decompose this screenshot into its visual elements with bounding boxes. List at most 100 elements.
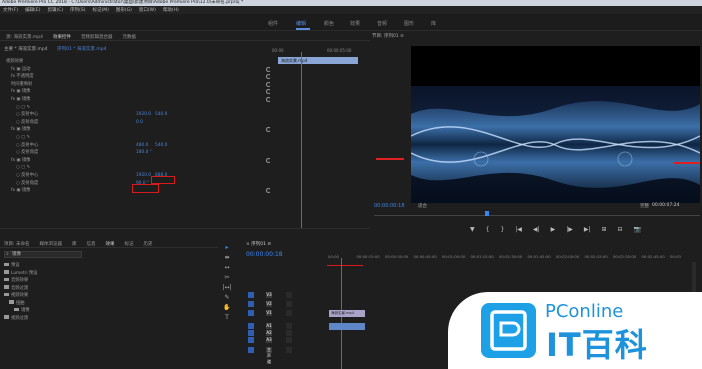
effects-tree-item[interactable]: 音频过渡 [4, 285, 28, 291]
workspace-color[interactable]: 颜色 [324, 20, 334, 27]
effects-tree-item[interactable]: 视频过渡 [4, 315, 28, 321]
step-back-button[interactable]: ◀| [533, 226, 540, 233]
track-header[interactable]: A1 [242, 323, 327, 330]
track-source-patch[interactable] [248, 323, 254, 329]
add-marker-button[interactable]: ▼ [470, 226, 475, 233]
effect-value-y[interactable]: 540.0 [155, 111, 167, 118]
effects-tree-item[interactable]: 预设 [4, 262, 20, 268]
workspace-graphics[interactable]: 图形 [404, 20, 414, 27]
track-source-patch[interactable] [248, 301, 254, 307]
export-frame-button[interactable]: 📷 [634, 226, 641, 233]
go-to-out-button[interactable]: ▶| [584, 226, 591, 233]
effect-controls-ruler[interactable]: 00:00 00:00:05:00 [272, 46, 360, 56]
effect-value-x[interactable]: 1920.0 [136, 172, 151, 179]
menu-item[interactable]: 窗口(W) [139, 7, 156, 13]
source-clip-label[interactable]: 主要 * 海浪实景.mp4 [4, 47, 48, 52]
effects-tree-item[interactable]: 音频效果 [4, 277, 28, 283]
mute-icon[interactable] [286, 337, 292, 343]
effect-row[interactable]: ○ 反射角度 180.0 ° [0, 149, 272, 156]
tab-info[interactable]: 信息 [86, 241, 95, 247]
effect-row[interactable]: fx 不透明度 [0, 73, 272, 80]
reset-icon[interactable] [266, 157, 271, 163]
track-source-patch[interactable] [248, 347, 254, 353]
track-header[interactable]: V2 [242, 301, 327, 308]
track-label[interactable]: 主声道 [266, 347, 272, 364]
quality-dropdown[interactable]: 完整 [640, 203, 649, 209]
menu-item[interactable]: 帮助(H) [163, 7, 179, 13]
fit-dropdown[interactable]: 适合 [418, 203, 427, 209]
effect-row[interactable]: ○ ▢ ✎ [0, 164, 272, 171]
video-clip[interactable]: 海浪实景.mp4 [329, 310, 365, 317]
track-label[interactable]: A2 [266, 330, 272, 336]
mute-icon[interactable] [286, 330, 292, 336]
timeline-title[interactable]: × 序列01 ≡ [246, 241, 271, 247]
effect-row[interactable]: fx ▣ 镜像 [0, 126, 272, 133]
eye-icon[interactable] [286, 292, 292, 298]
slip-tool-icon[interactable]: |↔| [222, 284, 231, 291]
effect-row[interactable]: ○ 反射中心 1920.0 540.0 [0, 111, 272, 118]
workspace-libraries[interactable]: 库 [431, 20, 436, 27]
workspace-effects[interactable]: 效果 [350, 20, 360, 27]
tab-markers[interactable]: 标记 [124, 241, 133, 247]
effect-value-x[interactable]: 0.0 [136, 119, 143, 126]
reset-icon[interactable] [266, 188, 271, 194]
tab-libraries[interactable]: 库 [72, 241, 77, 247]
timeline-ruler[interactable]: 00:00 00:00:15:00 00:00:30:00 00:00:45:00 00… [328, 254, 698, 262]
track-source-patch[interactable] [248, 337, 254, 343]
reset-icon[interactable] [266, 74, 271, 80]
audio-clip-a1[interactable] [329, 323, 365, 330]
effect-row[interactable]: ○ ▢ ✎ [0, 104, 272, 111]
menu-item[interactable]: 剪辑(C) [47, 7, 63, 13]
track-header[interactable]: A3 [242, 337, 327, 344]
menu-item[interactable]: 标记(M) [93, 7, 109, 13]
ripple-edit-tool-icon[interactable]: ↔ [224, 264, 229, 271]
menu-item[interactable]: 序列(S) [70, 7, 85, 13]
track-header[interactable]: V3 [242, 292, 327, 299]
effect-value-x[interactable]: 480.0 [136, 142, 148, 149]
effect-row[interactable]: 视频效果 [0, 58, 272, 65]
step-forward-button[interactable]: |▶ [566, 226, 573, 233]
reset-icon[interactable] [266, 81, 271, 87]
reset-icon[interactable] [266, 127, 271, 133]
track-header[interactable]: 主声道 [242, 347, 327, 364]
effects-search-input[interactable]: 镜像 [4, 251, 82, 258]
eye-icon[interactable] [286, 310, 292, 316]
track-source-patch[interactable] [248, 292, 254, 298]
menu-item[interactable]: 编辑(E) [25, 7, 40, 13]
effects-tree-item[interactable]: Lumetri 预设 [4, 270, 37, 276]
hand-tool-icon[interactable]: ✋ [223, 304, 230, 311]
tab-project[interactable]: 项目: 未命名 [4, 241, 29, 247]
program-monitor-title[interactable]: 节目: 序列01 ≡ [372, 33, 404, 39]
mute-icon[interactable] [286, 323, 292, 329]
effect-row[interactable]: fx ▣ 镜像 [0, 96, 272, 103]
mark-out-button[interactable]: } [500, 226, 504, 233]
effect-row[interactable]: fx ▣ 运动 [0, 66, 272, 73]
menu-item[interactable]: 图形(G) [116, 7, 132, 13]
track-label[interactable]: A3 [266, 337, 272, 343]
track-label[interactable]: V3 [266, 292, 272, 298]
effect-row[interactable]: fx ▣ 镜像 [0, 157, 272, 164]
tab-media-browser[interactable]: 媒体浏览器 [39, 241, 62, 247]
tab-history[interactable]: 历史 [143, 241, 152, 247]
track-source-patch[interactable] [248, 330, 254, 336]
razor-tool-icon[interactable]: ✂ [224, 274, 229, 281]
type-tool-icon[interactable]: T [225, 314, 229, 321]
tab-effect-controls[interactable]: 效果控件 [53, 34, 71, 40]
tab-source[interactable]: 源: 海浪实景.mp4 [6, 34, 43, 40]
effect-value-x[interactable]: 1920.0 [136, 111, 151, 118]
track-label[interactable]: V1 [266, 310, 272, 316]
effect-row[interactable]: ○ 反射中心 1920.0 888.0 [0, 172, 272, 179]
program-scrubber[interactable] [374, 211, 700, 216]
go-to-in-button[interactable]: |◀ [515, 226, 522, 233]
workspace-assembly[interactable]: 组件 [268, 20, 278, 27]
mute-icon[interactable] [286, 347, 292, 353]
timeline-timecode[interactable]: 00:00:00:18 [246, 251, 283, 258]
effect-row[interactable]: fx ▣ 镜像 [0, 88, 272, 95]
reset-icon[interactable] [266, 89, 271, 95]
tab-audio-clip-mixer[interactable]: 音频剪辑混合器 [81, 34, 113, 40]
reset-icon[interactable] [266, 97, 271, 102]
track-header[interactable]: A2 [242, 330, 327, 337]
sequence-clip-link[interactable]: 序列01 * 海浪实景.mp4 [57, 47, 106, 52]
effect-row[interactable]: ○ ▢ ✎ [0, 134, 272, 141]
selection-tool-icon[interactable]: ▸ [225, 244, 228, 251]
